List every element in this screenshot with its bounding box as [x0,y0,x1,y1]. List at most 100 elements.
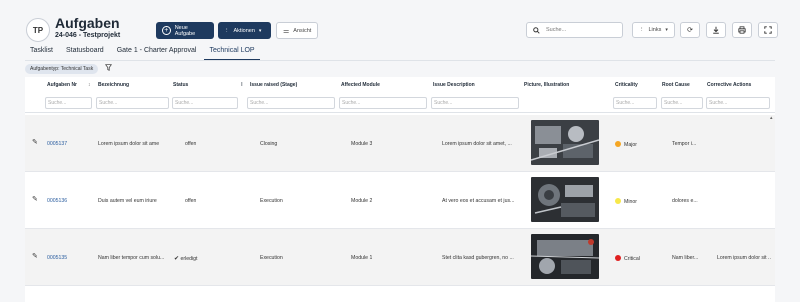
cell-root-cause: Nam liber... [672,255,699,261]
page-subtitle: 24-046 - Testprojekt [55,32,121,39]
actions-button[interactable]: ⋮ Aktionen ▾ [218,22,271,39]
cell-stage: Execution [260,255,283,261]
cell-module: Module 2 [351,198,373,204]
edit-pencil-icon[interactable]: ✎ [32,195,38,203]
plus-icon: + [162,26,171,35]
new-task-label: Neue Aufgabe [174,24,196,37]
tab-tasklist[interactable]: Tasklist [25,47,58,61]
col-header-description[interactable]: Issue Description [433,82,475,88]
cell-bezeichnung: Duis autem vel eum iriure [98,198,157,204]
links-button[interactable]: ⋮ Links ▾ [632,22,675,38]
more-vertical-icon: ⋮ [224,27,230,34]
actions-label: Aktionen [233,27,255,34]
table-row[interactable]: ✎ 0005135 Nam liber tempor cum solu... ✔… [25,229,775,286]
cell-status: offen [185,141,197,147]
table-row[interactable]: ✎ 0005136 Duis autem vel eum iriure offe… [25,172,775,229]
tab-gate-1[interactable]: Gate 1 - Charter Approval [112,47,202,61]
minor-dot-icon [615,198,621,204]
col-header-status[interactable]: Status [173,82,188,88]
cell-description: Stet clita kasd gubergren, no ... [442,255,514,261]
view-button[interactable]: ⚌ Ansicht [276,22,318,39]
cell-root-cause: dolores e... [672,198,698,204]
col-header-corrective[interactable]: Corrective Actions [707,82,751,88]
new-task-button[interactable]: + Neue Aufgabe [156,22,214,39]
col-resize-handle[interactable]: ⁞ [241,82,243,88]
edit-pencil-icon[interactable]: ✎ [32,138,38,146]
filter-input-bezeichnung[interactable]: Suche... [96,97,169,109]
cell-description: Lorem ipsum dolor sit amet, ... [442,141,512,147]
search-icon [533,26,540,34]
cell-module: Module 1 [351,255,373,261]
filter-input-status[interactable]: Suche... [172,97,238,109]
engine-picture[interactable] [531,120,599,165]
sort-icon[interactable]: ↕ [88,82,91,88]
engine-picture[interactable] [531,234,599,279]
filter-row: Suche... Suche... Suche... Suche... Such… [25,95,775,113]
more-vertical-icon: ⋮ [639,27,645,33]
print-button[interactable] [732,22,752,38]
tab-technical-lop[interactable]: Technical LOP [204,47,260,61]
tab-statusboard[interactable]: Statusboard [61,47,109,61]
task-table: Aufgaben Nr ↕ Bezeichnung Status ⁞ Issue… [25,77,775,302]
scroll-up-arrow[interactable]: ▴ [770,115,774,121]
refresh-button[interactable]: ⟳ [680,22,700,38]
fullscreen-button[interactable] [758,22,778,38]
filter-icon[interactable] [105,64,112,73]
check-icon: ✔ [174,256,180,262]
tabs-divider [25,60,775,61]
project-avatar: TP [26,18,50,42]
table-row[interactable]: ✎ 0005137 Lorem ipsum dolor sit ame offe… [25,115,775,172]
filter-input-criticality[interactable]: Suche... [613,97,657,109]
col-header-picture[interactable]: Picture, Illustration [524,82,569,88]
filter-input-stage[interactable]: Suche... [247,97,335,109]
col-header-stage[interactable]: Issue raised (Stage) [250,82,297,88]
col-header-root-cause[interactable]: Root Cause [662,82,690,88]
fullscreen-icon [764,26,772,34]
cell-status: ✔ erledigt [174,256,198,262]
cell-stage: Execution [260,198,283,204]
task-number-link[interactable]: 0005137 [47,141,67,147]
edit-pencil-icon[interactable]: ✎ [32,252,38,260]
col-header-module[interactable]: Affected Module [341,82,380,88]
tab-bar: Tasklist Statusboard Gate 1 - Charter Ap… [25,47,263,61]
filter-input-root-cause[interactable]: Suche... [661,97,703,109]
task-number-link[interactable]: 0005135 [47,255,67,261]
engine-picture[interactable] [531,177,599,222]
sliders-icon: ⚌ [283,27,290,35]
cell-bezeichnung: Nam liber tempor cum solu... [98,255,165,261]
cell-criticality: Minor [615,198,637,205]
task-number-link[interactable]: 0005136 [47,198,67,204]
col-header-bezeichnung[interactable]: Bezeichnung [98,82,129,88]
cell-criticality: Major [615,141,637,148]
filter-input-nr[interactable]: Suche... [45,97,92,109]
search-box[interactable] [526,22,623,38]
cell-corrective: Lorem ipsum dolor sit ... [717,255,771,261]
cell-stage: Closing [260,141,278,147]
app-window: TP Aufgaben 24-046 - Testprojekt + Neue … [0,0,800,302]
page-title: Aufgaben [55,15,120,31]
print-icon [738,26,746,34]
cell-root-cause: Tempor i... [672,141,697,147]
view-label: Ansicht [293,27,312,34]
cell-status: offen [185,198,197,204]
search-input[interactable] [546,27,616,33]
download-icon [713,26,719,34]
cell-criticality: Critical [615,255,640,262]
links-label: Links [648,27,662,33]
table-header: Aufgaben Nr ↕ Bezeichnung Status ⁞ Issue… [25,77,775,93]
col-header-nr[interactable]: Aufgaben Nr [47,82,77,88]
filter-input-description[interactable]: Suche... [431,97,519,109]
major-dot-icon [615,141,621,147]
cell-bezeichnung: Lorem ipsum dolor sit ame [98,141,160,147]
chevron-down-icon: ▾ [258,27,262,34]
chevron-down-icon: ▾ [665,27,668,33]
filter-input-module[interactable]: Suche... [339,97,427,109]
filter-input-corrective[interactable]: Suche... [706,97,770,109]
download-button[interactable] [706,22,726,38]
critical-dot-icon [615,255,621,261]
cell-description: At vero eos et accusam et jus... [442,198,515,204]
cell-module: Module 3 [351,141,373,147]
refresh-icon: ⟳ [687,27,693,34]
col-header-criticality[interactable]: Criticality [615,82,638,88]
filter-chip[interactable]: Aufgabentyp: Technical Task [25,64,99,74]
